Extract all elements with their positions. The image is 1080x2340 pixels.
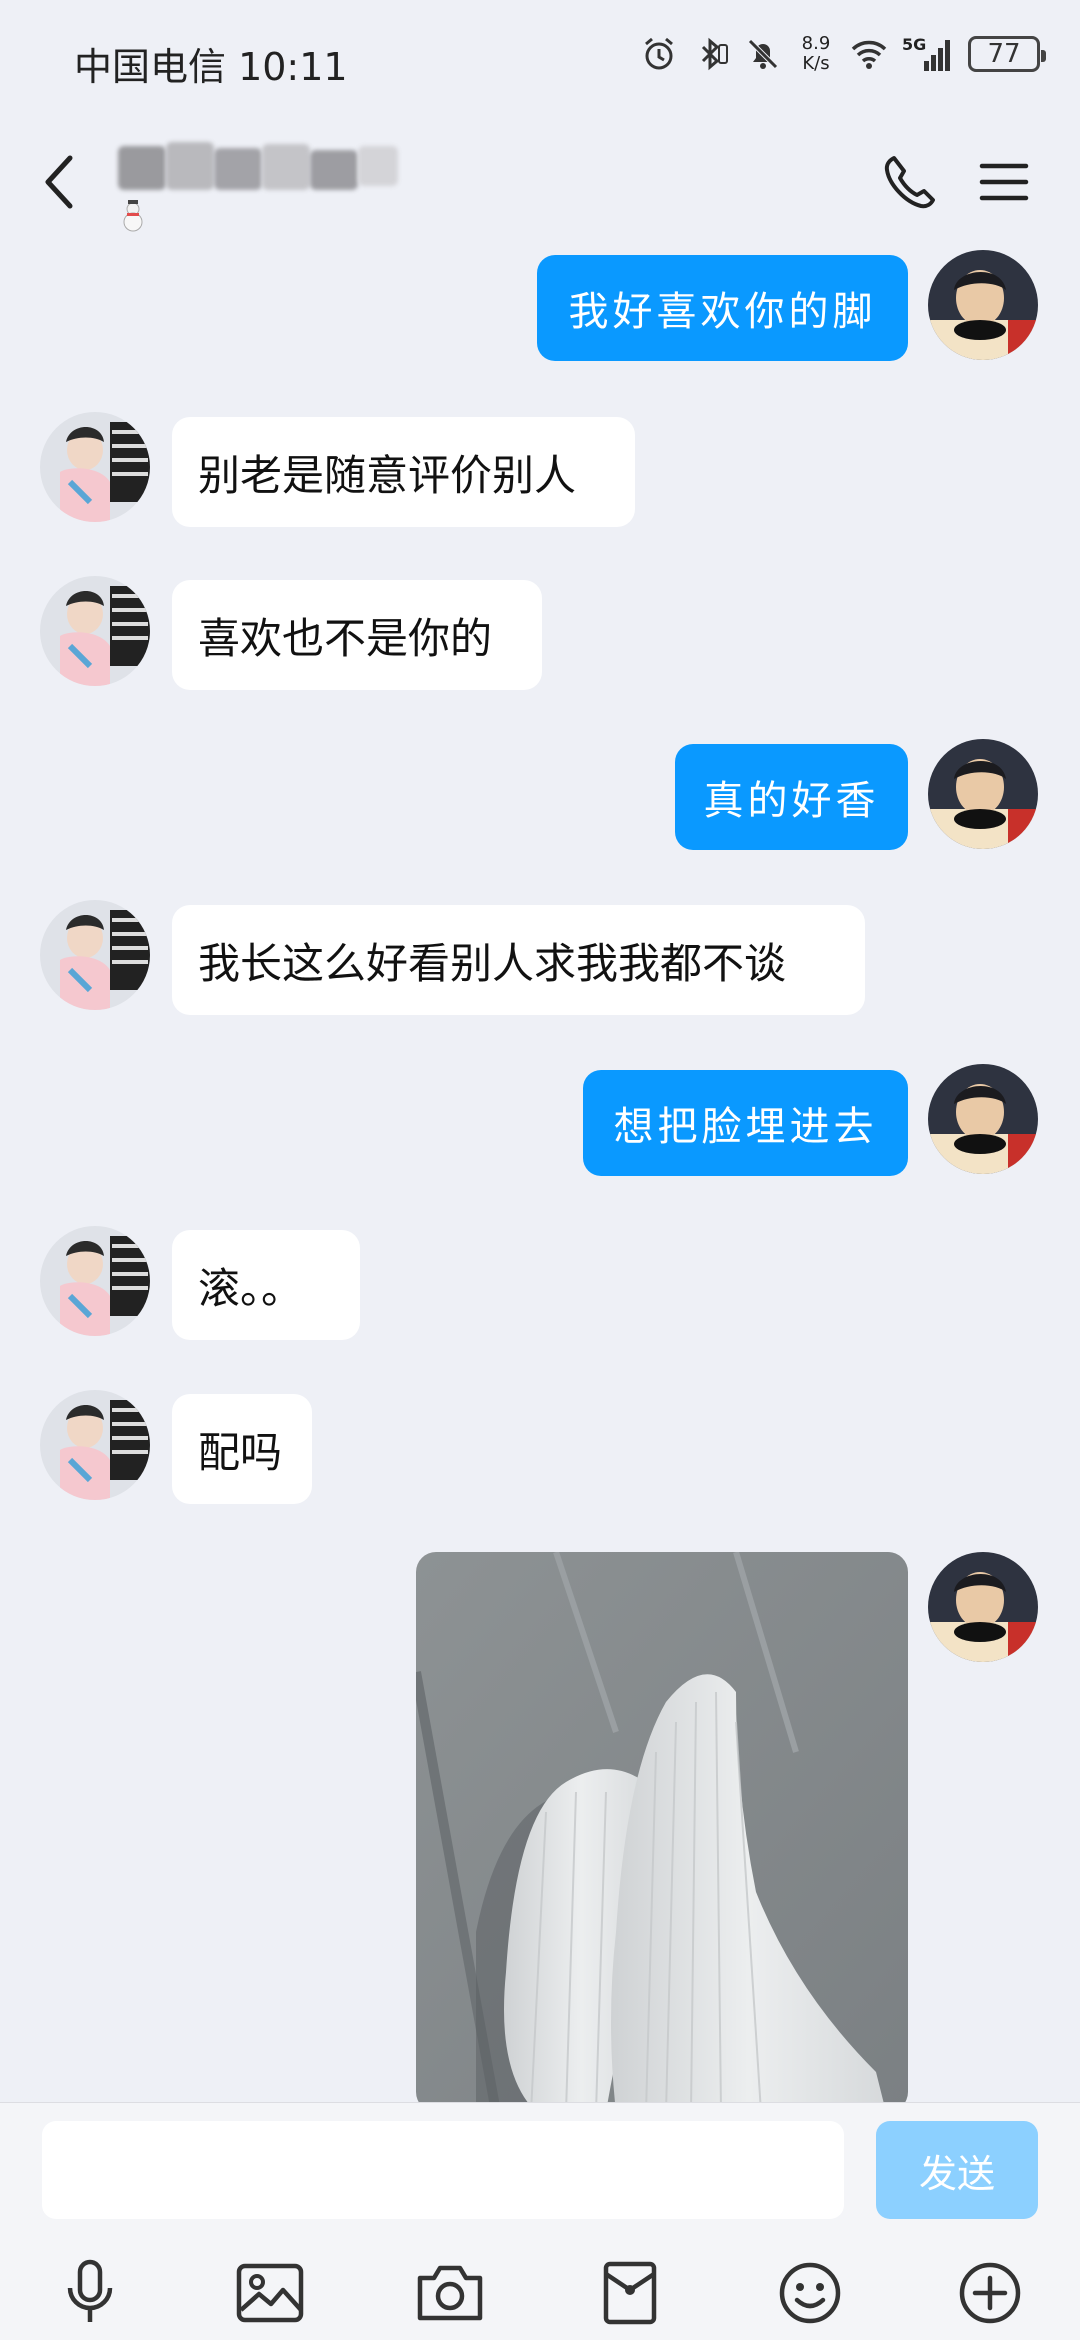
red-packet-button[interactable]: [590, 2253, 670, 2333]
status-bar: 中国电信 10:11 8.9 K/s 5G 77: [0, 0, 1080, 120]
battery-icon: 77: [968, 36, 1046, 72]
album-button[interactable]: [230, 2253, 310, 2333]
incoming-message[interactable]: 喜欢也不是你的: [172, 580, 542, 690]
phone-icon: [884, 156, 935, 209]
my-avatar[interactable]: [928, 1064, 1038, 1174]
contact-avatar[interactable]: [40, 1226, 150, 1336]
outgoing-message[interactable]: 真的好香: [675, 744, 908, 850]
incoming-message[interactable]: 别老是随意评价别人: [172, 417, 635, 527]
incoming-message[interactable]: 滚。。: [172, 1230, 360, 1340]
message-list[interactable]: 我好喜欢你的脚 别老是随意评价别人 喜欢也不是你的 真的好香 我长这么好看别人求…: [0, 250, 1080, 2102]
emoji-icon: [779, 2262, 841, 2324]
message-input[interactable]: [42, 2121, 844, 2219]
snowman-badge-icon: [123, 200, 143, 232]
alarm-icon: [645, 37, 673, 70]
contact-avatar[interactable]: [40, 1390, 150, 1500]
contact-avatar[interactable]: [40, 576, 150, 686]
microphone-icon: [67, 2259, 113, 2322]
camera-button[interactable]: [410, 2253, 490, 2333]
voice-button[interactable]: [50, 2253, 130, 2333]
white-socks-photo: [416, 1552, 908, 2102]
input-bar: 发送: [0, 2102, 1080, 2340]
incoming-message[interactable]: 配吗: [172, 1394, 312, 1504]
outgoing-message[interactable]: 我好喜欢你的脚: [537, 255, 908, 361]
emoji-button[interactable]: [770, 2253, 850, 2333]
battery-level: 77: [987, 39, 1021, 69]
contact-name-blurred[interactable]: [118, 142, 438, 202]
back-button[interactable]: [30, 142, 90, 222]
mute-bell-icon: [748, 39, 778, 69]
red-packet-icon: [603, 2261, 657, 2325]
net-speed-unit: K/s: [802, 53, 830, 74]
input-toolbar: [0, 2253, 1080, 2333]
outgoing-message[interactable]: 想把脸埋进去: [583, 1070, 908, 1176]
image-icon: [236, 2263, 304, 2323]
menu-icon: [979, 163, 1029, 201]
my-avatar[interactable]: [928, 739, 1038, 849]
my-avatar[interactable]: [928, 1552, 1038, 1662]
more-menu-button[interactable]: [976, 154, 1032, 210]
bluetooth-icon: [701, 37, 728, 71]
back-arrow-icon: [45, 155, 73, 209]
more-tools-button[interactable]: [950, 2253, 1030, 2333]
cellular-signal-icon: 5G: [902, 35, 954, 73]
contact-avatar[interactable]: [40, 412, 150, 522]
my-avatar[interactable]: [928, 250, 1038, 360]
outgoing-image-message[interactable]: [416, 1552, 908, 2102]
status-icons: 8.9 K/s 5G 77: [640, 34, 1046, 74]
plus-icon: [959, 2262, 1021, 2324]
voice-call-button[interactable]: [878, 150, 942, 214]
camera-icon: [417, 2265, 483, 2321]
send-button[interactable]: 发送: [876, 2121, 1038, 2219]
wifi-icon: [851, 40, 887, 69]
network-type: 5G: [902, 35, 927, 54]
incoming-message[interactable]: 我长这么好看别人求我我都不谈: [172, 905, 865, 1015]
carrier-time: 中国电信 10:11: [74, 45, 348, 89]
chat-header: [0, 120, 1080, 250]
net-speed: 8.9 K/s: [796, 34, 836, 74]
contact-avatar[interactable]: [40, 900, 150, 1010]
net-speed-value: 8.9: [801, 33, 831, 54]
